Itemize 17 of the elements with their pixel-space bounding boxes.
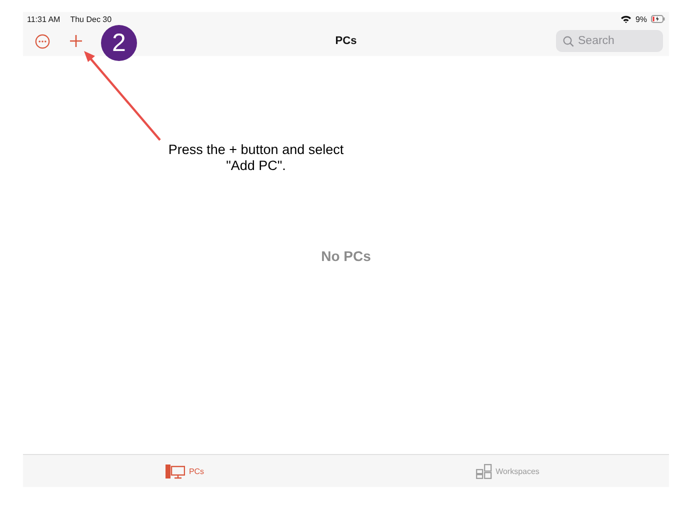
more-icon (35, 34, 50, 48)
battery-percentage: 9% (635, 14, 647, 24)
more-button[interactable] (35, 34, 50, 48)
battery-icon (651, 15, 665, 23)
status-date: Thu Dec 30 (70, 14, 112, 24)
plus-icon (69, 34, 83, 48)
window-title: PCs (335, 35, 357, 47)
wifi-icon (621, 15, 632, 23)
empty-message: No PCs (321, 248, 371, 264)
search-field[interactable]: Search (556, 30, 663, 52)
status-time: 11:31 AM (27, 14, 60, 24)
tab[interactable]: Workspaces (346, 455, 669, 487)
computer-icon (164, 464, 185, 478)
tab[interactable]: PCs (23, 455, 346, 487)
grid-icon (476, 464, 492, 478)
add-button[interactable] (69, 34, 83, 48)
callout-text: Press the + button and select "Add PC". (167, 142, 345, 174)
